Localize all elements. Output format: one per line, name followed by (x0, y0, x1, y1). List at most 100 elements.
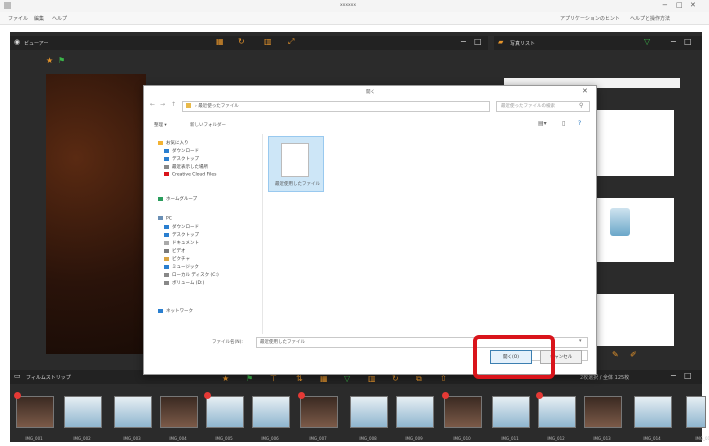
filename-dropdown-icon[interactable]: ▾ (579, 338, 582, 344)
thumbnail[interactable] (538, 396, 576, 428)
fs-filter-icon[interactable]: ⊤ (270, 374, 277, 383)
compare-icon[interactable]: ▥ (264, 37, 272, 46)
thumbnail[interactable] (206, 396, 244, 428)
right-preview-2[interactable] (596, 198, 674, 262)
fs-star-icon[interactable]: ★ (222, 374, 229, 383)
star-icon[interactable]: ★ (46, 56, 53, 65)
maximize-button[interactable]: □ (676, 1, 683, 9)
thumbnail[interactable] (16, 396, 54, 428)
thumbnail[interactable] (64, 396, 102, 428)
tree-item-label: ビデオ (172, 249, 186, 254)
address-bar[interactable]: › 最近使ったファイル (182, 101, 490, 112)
tag-icon[interactable]: ✐ (630, 350, 637, 359)
fs-copy-icon[interactable]: ⧉ (416, 374, 422, 384)
organize-button[interactable]: 整理 ▾ (154, 122, 167, 128)
search-icon[interactable]: ⚲ (579, 102, 583, 109)
fullscreen-icon[interactable]: ⤢ (288, 37, 294, 47)
minimize-button[interactable]: − (662, 1, 668, 9)
edit-icon[interactable]: ✎ (612, 350, 619, 359)
fs-green-filter-icon[interactable]: ▽ (344, 374, 350, 383)
tree-item-label: PC (166, 216, 172, 222)
search-box[interactable]: 最近使ったファイルの検索 ⚲ (496, 101, 590, 112)
fs-compare-icon[interactable]: ▥ (368, 374, 376, 383)
right-maximize-icon[interactable]: □ (684, 37, 692, 46)
tree-item[interactable]: ピクチャ (164, 256, 190, 262)
tips-link[interactable]: アプリケーションのヒント (560, 15, 620, 22)
dialog-title: 開く (366, 90, 375, 95)
menu-help[interactable]: ヘルプ (52, 15, 67, 22)
tree-item[interactable]: ダウンロード (164, 148, 199, 154)
thumbnail[interactable] (584, 396, 622, 428)
open-button[interactable]: 開く(O) (490, 350, 532, 364)
menu-file[interactable]: ファイル (8, 15, 28, 22)
thumbnail[interactable] (686, 396, 706, 428)
thumbnail-label: IMG_015 (695, 436, 709, 441)
file-name: 最近使用したファイル (275, 182, 320, 187)
tree-item[interactable]: デスクトップ (164, 156, 199, 162)
filmstrip-minimize-icon[interactable]: − (670, 371, 677, 380)
thumbnail[interactable] (114, 396, 152, 428)
tree-item[interactable]: ネットワーク (158, 308, 193, 314)
help-icon[interactable]: ? (578, 120, 581, 127)
filmstrip-maximize-icon[interactable]: □ (684, 371, 692, 380)
up-arrow-icon[interactable]: ↑ (171, 101, 176, 108)
thumbnail[interactable] (492, 396, 530, 428)
panel-maximize-icon[interactable]: □ (474, 37, 482, 46)
rotate-icon[interactable]: ↻ (238, 37, 245, 46)
tree-item[interactable]: ホームグループ (158, 196, 197, 202)
thumbnail-label: IMG_002 (73, 436, 91, 441)
selection-badge (442, 392, 449, 399)
tree-item[interactable]: ドキュメント (164, 240, 199, 246)
thumbnail[interactable] (350, 396, 388, 428)
thumbnail[interactable] (160, 396, 198, 428)
tree-item[interactable]: Creative Cloud Files (164, 172, 216, 178)
filmstrip-label: フィルムストリップ (26, 375, 71, 381)
fs-grid-icon[interactable]: ▦ (320, 374, 328, 383)
thumbnail[interactable] (396, 396, 434, 428)
thumbnail-label: IMG_011 (501, 436, 519, 441)
menu-edit[interactable]: 編集 (34, 15, 44, 22)
tree-item[interactable]: ボリューム (D:) (164, 280, 204, 286)
grid-view-icon[interactable]: ▦ (216, 37, 224, 46)
tree-item[interactable]: 最近表示した場所 (164, 164, 208, 170)
folder-path-icon (186, 103, 191, 108)
close-button[interactable]: ✕ (690, 1, 696, 9)
back-arrow-icon[interactable]: ← (150, 101, 155, 108)
help-link[interactable]: ヘルプと操作方法 (630, 15, 670, 22)
view-options-icon[interactable]: ▤▾ (538, 120, 547, 127)
tree-item-label: 最近表示した場所 (172, 165, 208, 170)
preview-pane-icon[interactable]: ▯ (562, 120, 565, 127)
right-minimize-icon[interactable]: − (670, 37, 677, 46)
tree-item[interactable]: ダウンロード (164, 224, 199, 230)
homegroup-icon (158, 196, 163, 201)
cancel-button[interactable]: キャンセル (540, 350, 582, 364)
tree-item[interactable]: PC (158, 216, 172, 222)
file-icon (281, 143, 309, 177)
panel-minimize-icon[interactable]: − (460, 37, 467, 46)
flag-icon[interactable]: ⚑ (58, 56, 65, 65)
forward-arrow-icon[interactable]: → (160, 101, 165, 108)
new-folder-button[interactable]: 新しいフォルダー (190, 122, 226, 128)
fs-sort-icon[interactable]: ⇅ (296, 374, 303, 383)
tree-item[interactable]: お気に入り (158, 140, 189, 146)
thumbnail[interactable] (444, 396, 482, 428)
file-item[interactable]: 最近使用したファイル (268, 136, 324, 192)
tree-item[interactable]: ミュージック (164, 264, 199, 270)
thumbnail[interactable] (634, 396, 672, 428)
filename-input[interactable]: 最近使用したファイル ▾ (256, 337, 588, 348)
fs-up-icon[interactable]: ⇧ (440, 374, 447, 383)
thumbnail-label: IMG_014 (643, 436, 661, 441)
thumbnail[interactable] (252, 396, 290, 428)
fs-rotate-icon[interactable]: ↻ (392, 374, 399, 383)
right-preview-1[interactable] (596, 110, 674, 176)
dialog-close-button[interactable]: ✕ (582, 87, 588, 95)
breadcrumb: › 最近使ったファイル (195, 104, 239, 109)
fs-flag-icon[interactable]: ⚑ (246, 374, 253, 383)
thumbnail[interactable] (300, 396, 338, 428)
filter-icon[interactable]: ▽ (644, 37, 650, 46)
network-icon (158, 308, 163, 313)
tree-item[interactable]: デスクトップ (164, 232, 199, 238)
tree-item[interactable]: ローカル ディスク (C:) (164, 272, 219, 278)
right-preview-3[interactable] (596, 294, 674, 346)
tree-item[interactable]: ビデオ (164, 248, 186, 254)
